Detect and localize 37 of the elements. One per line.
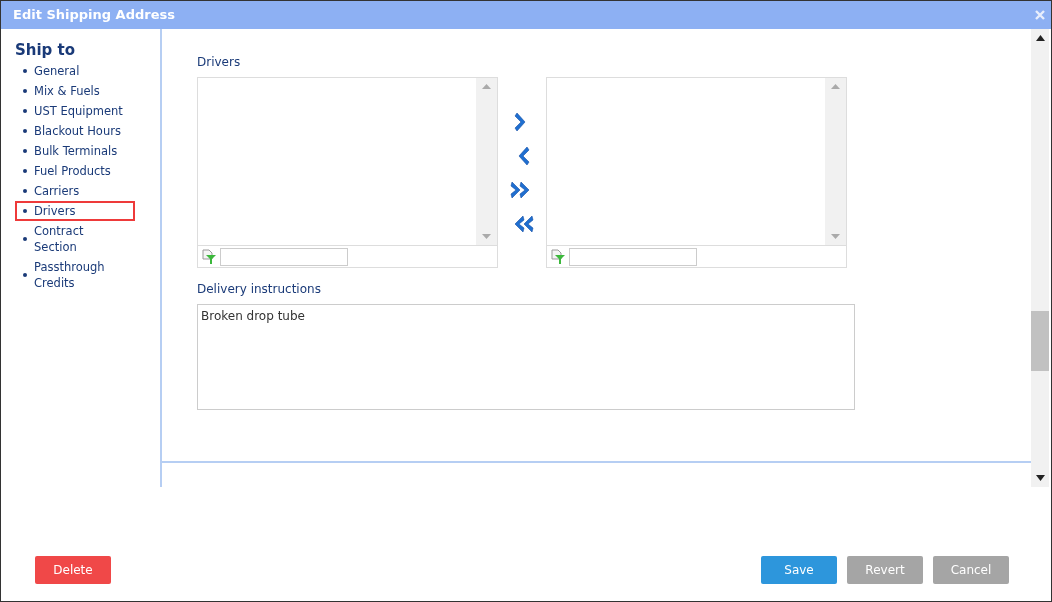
bullet-icon [23,149,27,153]
filter-icon[interactable] [201,248,217,265]
sidebar-item[interactable]: Mix & Fuels [15,81,135,101]
bullet-icon [23,237,27,241]
section-label: Drivers [197,54,242,71]
bullet-icon [23,209,27,213]
sidebar-heading: Ship to [15,41,77,59]
field-label: Delivery instructions [197,281,322,298]
bullet-icon [23,189,27,193]
sidebar-item[interactable]: Blackout Hours [15,121,135,141]
filter-icon[interactable] [550,248,566,265]
sidebar-item[interactable]: Carriers [15,181,135,201]
sidebar-item[interactable]: Fuel Products [15,161,135,181]
window-title: Edit Shipping Address [13,6,175,25]
bullet-icon [23,169,27,173]
sidebar-item[interactable]: Drivers [15,201,135,221]
instructions-field[interactable]: Broken drop tube [197,304,855,410]
bullet-icon [23,273,27,277]
sidebar-item[interactable]: Bulk Terminals [15,141,135,161]
bullet-icon [23,89,27,93]
sidebar-item[interactable]: Passthrough Credits [15,257,135,293]
scrollbar[interactable] [1031,29,1049,487]
bullet-icon [23,109,27,113]
scroll-down-icon[interactable] [1035,475,1045,481]
filter-field[interactable] [220,247,348,266]
list-box[interactable] [546,77,847,268]
scroll-up-icon[interactable] [1035,35,1045,41]
close-icon[interactable] [1035,10,1045,20]
scrollbar-thumb[interactable] [1031,311,1049,371]
filter-field[interactable] [569,247,697,266]
bullet-icon [23,69,27,73]
sidebar-item[interactable]: UST Equipment [15,101,135,121]
bullet-icon [23,129,27,133]
delete-button[interactable]: Delete [35,556,111,584]
sidebar-item[interactable]: Contract Section [15,221,135,257]
sidebar-item[interactable]: General [15,61,135,81]
list-box[interactable] [197,77,498,268]
